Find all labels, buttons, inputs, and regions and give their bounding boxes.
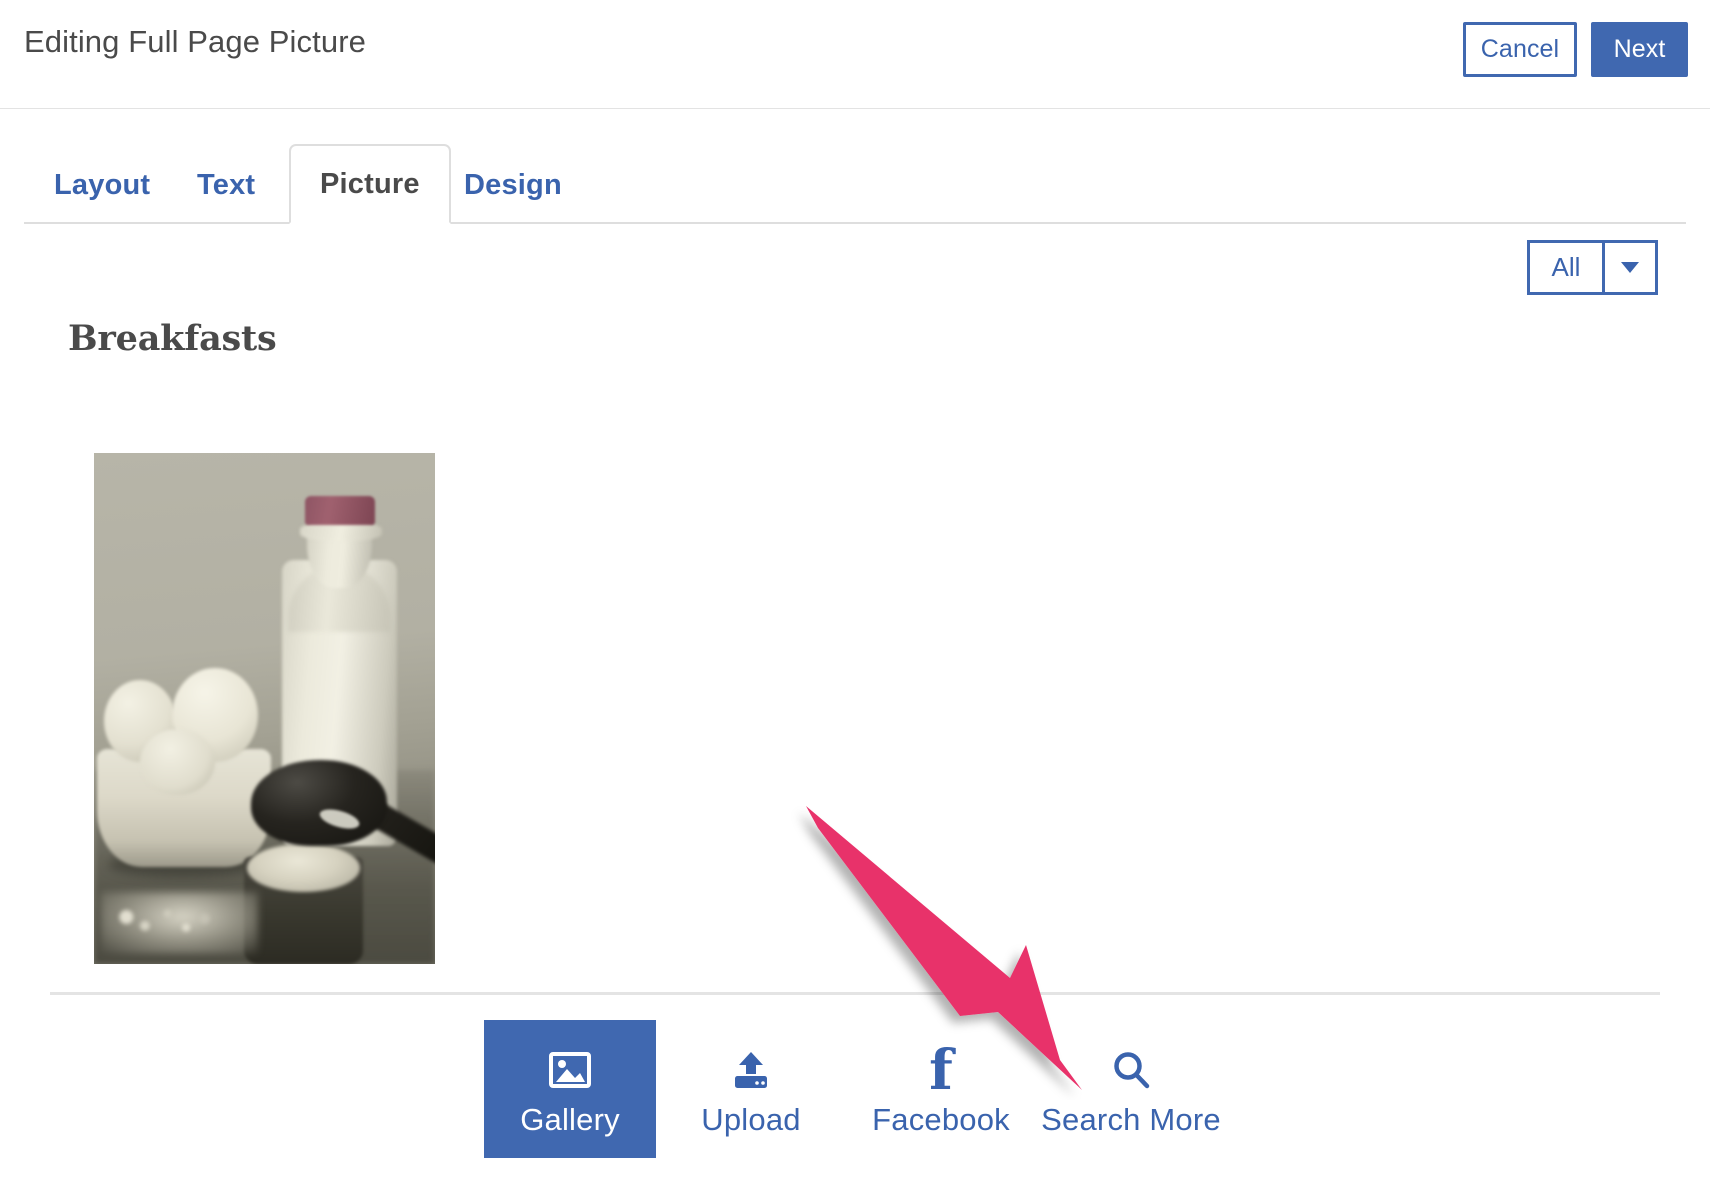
tab-design[interactable]: Design (464, 157, 562, 222)
app-header: Editing Full Page Picture Cancel Next (0, 0, 1710, 109)
egg-three (140, 728, 216, 796)
footer-divider (50, 992, 1660, 995)
source-tab-search-more[interactable]: Search More (1036, 1020, 1226, 1170)
flour-crumbs (114, 902, 217, 939)
source-tab-upload[interactable]: Upload (656, 1020, 846, 1170)
search-icon (1109, 1044, 1153, 1096)
tabs-underline (24, 222, 1686, 224)
page-title: Editing Full Page Picture (24, 24, 366, 59)
source-tab-facebook-label: Facebook (872, 1102, 1010, 1137)
tab-picture[interactable]: Picture (289, 144, 451, 224)
source-tab-gallery[interactable]: Gallery (484, 1020, 656, 1158)
gallery-section-title: Breakfasts (68, 318, 277, 359)
filter-selected-value[interactable]: All (1527, 240, 1605, 295)
source-tab-facebook[interactable]: f Facebook (846, 1020, 1036, 1170)
black-scoop (250, 759, 388, 847)
next-button[interactable]: Next (1591, 22, 1688, 77)
source-tab-search-more-label: Search More (1041, 1102, 1221, 1137)
facebook-icon: f (929, 1037, 953, 1103)
source-tab-upload-label: Upload (701, 1102, 801, 1137)
milk-bottle-collar (300, 522, 383, 541)
source-toolbar: Gallery Upload f Facebook Search More (0, 1020, 1710, 1186)
cancel-button[interactable]: Cancel (1463, 22, 1577, 77)
editor-tabs: Layout Text Picture Design (0, 109, 1710, 224)
tab-layout[interactable]: Layout (54, 157, 150, 222)
gallery-filter-dropdown[interactable]: All (1527, 240, 1658, 295)
chevron-down-icon (1621, 262, 1639, 273)
milk-bottle-cap (305, 495, 376, 525)
tab-text[interactable]: Text (197, 157, 255, 222)
source-tab-gallery-label: Gallery (520, 1102, 620, 1137)
gallery-thumbnail[interactable] (94, 453, 435, 964)
filter-caret-button[interactable] (1605, 240, 1658, 295)
header-actions: Cancel Next (1463, 22, 1688, 77)
flour-in-cup (247, 843, 360, 893)
image-icon (549, 1044, 591, 1096)
upload-icon (729, 1044, 773, 1096)
